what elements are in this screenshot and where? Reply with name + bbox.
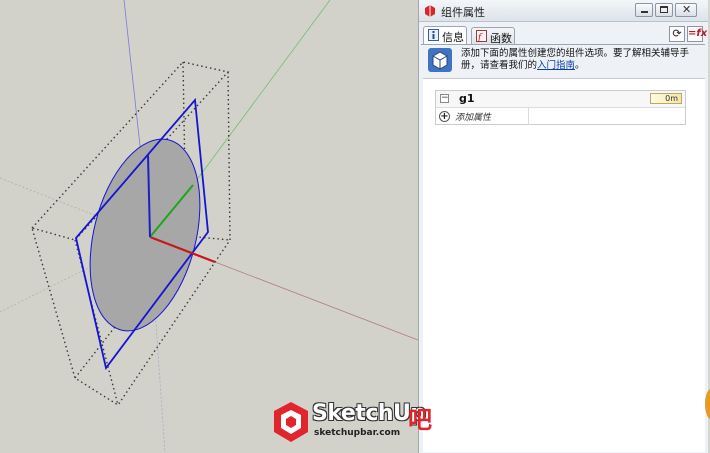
info-description: 添加下面的属性创建您的组件选项。要了解相关辅导手册，请查看我们的入门指南。	[461, 48, 705, 72]
tab-functions[interactable]: f 函数	[471, 27, 515, 45]
modeling-viewport[interactable]	[0, 0, 418, 453]
column-divider	[528, 108, 529, 125]
attributes-table: − g1 0m + 添加属性	[435, 90, 686, 125]
add-attribute-icon[interactable]: +	[439, 111, 450, 122]
getting-started-link[interactable]: 入门指南	[537, 60, 575, 71]
add-attribute-label[interactable]: 添加属性	[455, 110, 491, 123]
watermark-url: sketchupbar.com	[314, 428, 401, 438]
refresh-button[interactable]: ⟳	[669, 26, 685, 42]
sketchup-app-icon	[425, 5, 435, 17]
close-icon: ✕	[682, 3, 692, 16]
component-box-icon	[428, 48, 452, 72]
panel-titlebar[interactable]: 组件属性 ✕	[419, 0, 708, 22]
close-button[interactable]: ✕	[675, 3, 697, 17]
green-axis-far	[192, 0, 331, 186]
red-axis-far	[214, 261, 418, 341]
info-bar: 添加下面的属性创建您的组件选项。要了解相关辅导手册，请查看我们的入门指南。	[425, 46, 705, 74]
maximize-icon	[660, 6, 668, 13]
maximize-button[interactable]	[655, 3, 673, 17]
tab-info[interactable]: 信息	[423, 26, 467, 44]
info-tail: 。	[575, 60, 585, 71]
panel-title: 组件属性	[441, 6, 485, 19]
formula-icon: =fx	[688, 28, 708, 39]
minimize-button[interactable]	[635, 3, 653, 17]
info-icon	[428, 29, 439, 41]
tab-strip: 信息 f 函数	[421, 26, 705, 45]
component-attributes-panel: 组件属性 ✕ 信息 f 函数 ⟳ =fx 添加下面的属性创建您的组件选项。要了解…	[418, 0, 708, 453]
site-watermark: SketchUp 吧 sketchupbar.com	[272, 400, 442, 444]
function-icon: f	[476, 30, 487, 42]
component-value-field[interactable]: 0m	[650, 93, 682, 104]
component-row[interactable]: − g1 0m	[436, 91, 685, 108]
sketchup-logo-icon	[274, 402, 308, 442]
add-attribute-row[interactable]: + 添加属性	[436, 108, 685, 125]
toggle-formula-view-button[interactable]: =fx	[687, 26, 707, 42]
attributes-content: − g1 0m + 添加属性	[423, 78, 705, 452]
tab-functions-label: 函数	[490, 32, 512, 45]
minimize-icon	[641, 11, 648, 13]
collapse-toggle[interactable]: −	[440, 94, 449, 103]
watermark-suffix: 吧	[408, 406, 432, 434]
component-name: g1	[459, 92, 475, 105]
tab-info-label: 信息	[442, 31, 464, 44]
viewport-canvas[interactable]	[0, 0, 418, 453]
refresh-icon: ⟳	[672, 27, 682, 40]
